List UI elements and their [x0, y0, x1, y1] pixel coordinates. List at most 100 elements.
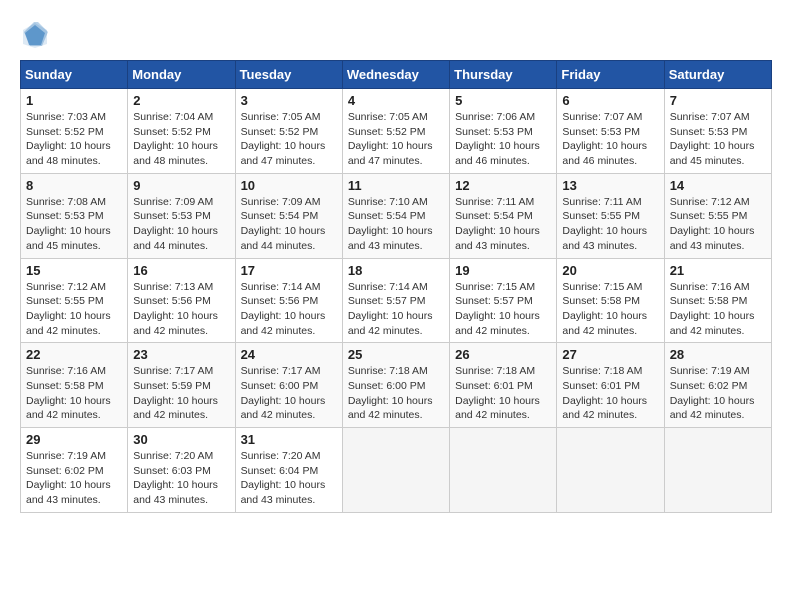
day-cell-24: 24 Sunrise: 7:17 AM Sunset: 6:00 PM Dayli… [235, 343, 342, 428]
day-info: Sunrise: 7:17 AM Sunset: 6:00 PM Dayligh… [241, 364, 337, 423]
day-header-friday: Friday [557, 61, 664, 89]
day-number: 27 [562, 347, 658, 362]
day-info: Sunrise: 7:14 AM Sunset: 5:56 PM Dayligh… [241, 280, 337, 339]
day-info: Sunrise: 7:16 AM Sunset: 5:58 PM Dayligh… [670, 280, 766, 339]
day-info: Sunrise: 7:06 AM Sunset: 5:53 PM Dayligh… [455, 110, 551, 169]
day-cell-28: 28 Sunrise: 7:19 AM Sunset: 6:02 PM Dayli… [664, 343, 771, 428]
day-cell-5: 5 Sunrise: 7:06 AM Sunset: 5:53 PM Daylig… [450, 89, 557, 174]
calendar-table: SundayMondayTuesdayWednesdayThursdayFrid… [20, 60, 772, 513]
day-cell-16: 16Sunrise: 7:13 AM Sunset: 5:56 PM Dayli… [128, 258, 235, 343]
day-info: Sunrise: 7:05 AM Sunset: 5:52 PM Dayligh… [241, 110, 337, 169]
day-info: Sunrise: 7:08 AM Sunset: 5:53 PM Dayligh… [26, 195, 122, 254]
day-header-monday: Monday [128, 61, 235, 89]
day-number: 2 [133, 93, 229, 108]
day-info: Sunrise: 7:18 AM Sunset: 6:00 PM Dayligh… [348, 364, 444, 423]
day-cell-4: 4 Sunrise: 7:05 AM Sunset: 5:52 PM Daylig… [342, 89, 449, 174]
day-cell-13: 13Sunrise: 7:11 AM Sunset: 5:55 PM Dayli… [557, 173, 664, 258]
day-header-wednesday: Wednesday [342, 61, 449, 89]
empty-cell [342, 428, 449, 513]
empty-cell [450, 428, 557, 513]
day-cell-29: 29 Sunrise: 7:19 AM Sunset: 6:02 PM Dayli… [21, 428, 128, 513]
day-cell-14: 14Sunrise: 7:12 AM Sunset: 5:55 PM Dayli… [664, 173, 771, 258]
day-info: Sunrise: 7:18 AM Sunset: 6:01 PM Dayligh… [455, 364, 551, 423]
day-number: 8 [26, 178, 122, 193]
day-info: Sunrise: 7:10 AM Sunset: 5:54 PM Dayligh… [348, 195, 444, 254]
day-cell-11: 11 Sunrise: 7:10 AM Sunset: 5:54 PM Dayli… [342, 173, 449, 258]
day-cell-23: 23Sunrise: 7:17 AM Sunset: 5:59 PM Dayli… [128, 343, 235, 428]
day-info: Sunrise: 7:14 AM Sunset: 5:57 PM Dayligh… [348, 280, 444, 339]
calendar-week-4: 22 Sunrise: 7:16 AM Sunset: 5:58 PM Dayli… [21, 343, 772, 428]
day-cell-12: 12 Sunrise: 7:11 AM Sunset: 5:54 PM Dayli… [450, 173, 557, 258]
day-info: Sunrise: 7:19 AM Sunset: 6:02 PM Dayligh… [26, 449, 122, 508]
day-number: 7 [670, 93, 766, 108]
day-number: 12 [455, 178, 551, 193]
day-number: 1 [26, 93, 122, 108]
day-number: 14 [670, 178, 766, 193]
empty-cell [557, 428, 664, 513]
day-cell-10: 10Sunrise: 7:09 AM Sunset: 5:54 PM Dayli… [235, 173, 342, 258]
day-info: Sunrise: 7:03 AM Sunset: 5:52 PM Dayligh… [26, 110, 122, 169]
day-number: 19 [455, 263, 551, 278]
day-header-sunday: Sunday [21, 61, 128, 89]
day-number: 20 [562, 263, 658, 278]
day-cell-27: 27 Sunrise: 7:18 AM Sunset: 6:01 PM Dayli… [557, 343, 664, 428]
day-number: 15 [26, 263, 122, 278]
day-info: Sunrise: 7:04 AM Sunset: 5:52 PM Dayligh… [133, 110, 229, 169]
day-number: 24 [241, 347, 337, 362]
calendar-week-5: 29 Sunrise: 7:19 AM Sunset: 6:02 PM Dayli… [21, 428, 772, 513]
day-number: 30 [133, 432, 229, 447]
calendar-week-3: 15 Sunrise: 7:12 AM Sunset: 5:55 PM Dayli… [21, 258, 772, 343]
day-info: Sunrise: 7:11 AM Sunset: 5:54 PM Dayligh… [455, 195, 551, 254]
day-number: 11 [348, 178, 444, 193]
day-cell-19: 19 Sunrise: 7:15 AM Sunset: 5:57 PM Dayli… [450, 258, 557, 343]
day-cell-30: 30 Sunrise: 7:20 AM Sunset: 6:03 PM Dayli… [128, 428, 235, 513]
calendar-week-1: 1 Sunrise: 7:03 AM Sunset: 5:52 PM Daylig… [21, 89, 772, 174]
day-info: Sunrise: 7:15 AM Sunset: 5:57 PM Dayligh… [455, 280, 551, 339]
day-cell-26: 26Sunrise: 7:18 AM Sunset: 6:01 PM Dayli… [450, 343, 557, 428]
day-number: 4 [348, 93, 444, 108]
day-cell-25: 25 Sunrise: 7:18 AM Sunset: 6:00 PM Dayli… [342, 343, 449, 428]
day-number: 9 [133, 178, 229, 193]
day-info: Sunrise: 7:20 AM Sunset: 6:03 PM Dayligh… [133, 449, 229, 508]
day-number: 21 [670, 263, 766, 278]
day-number: 13 [562, 178, 658, 193]
calendar-header: SundayMondayTuesdayWednesdayThursdayFrid… [21, 61, 772, 89]
day-cell-17: 17 Sunrise: 7:14 AM Sunset: 5:56 PM Dayli… [235, 258, 342, 343]
day-number: 5 [455, 93, 551, 108]
day-number: 22 [26, 347, 122, 362]
day-info: Sunrise: 7:09 AM Sunset: 5:53 PM Dayligh… [133, 195, 229, 254]
day-cell-3: 3Sunrise: 7:05 AM Sunset: 5:52 PM Daylig… [235, 89, 342, 174]
day-info: Sunrise: 7:05 AM Sunset: 5:52 PM Dayligh… [348, 110, 444, 169]
day-info: Sunrise: 7:19 AM Sunset: 6:02 PM Dayligh… [670, 364, 766, 423]
day-number: 29 [26, 432, 122, 447]
day-cell-9: 9 Sunrise: 7:09 AM Sunset: 5:53 PM Daylig… [128, 173, 235, 258]
empty-cell [664, 428, 771, 513]
day-cell-20: 20 Sunrise: 7:15 AM Sunset: 5:58 PM Dayli… [557, 258, 664, 343]
day-number: 10 [241, 178, 337, 193]
day-info: Sunrise: 7:15 AM Sunset: 5:58 PM Dayligh… [562, 280, 658, 339]
page-header [20, 20, 772, 50]
day-info: Sunrise: 7:13 AM Sunset: 5:56 PM Dayligh… [133, 280, 229, 339]
day-cell-22: 22 Sunrise: 7:16 AM Sunset: 5:58 PM Dayli… [21, 343, 128, 428]
day-cell-18: 18 Sunrise: 7:14 AM Sunset: 5:57 PM Dayli… [342, 258, 449, 343]
day-cell-2: 2 Sunrise: 7:04 AM Sunset: 5:52 PM Daylig… [128, 89, 235, 174]
day-info: Sunrise: 7:07 AM Sunset: 5:53 PM Dayligh… [670, 110, 766, 169]
logo [20, 20, 54, 50]
day-number: 28 [670, 347, 766, 362]
day-number: 25 [348, 347, 444, 362]
day-header-tuesday: Tuesday [235, 61, 342, 89]
day-info: Sunrise: 7:18 AM Sunset: 6:01 PM Dayligh… [562, 364, 658, 423]
day-info: Sunrise: 7:12 AM Sunset: 5:55 PM Dayligh… [26, 280, 122, 339]
day-header-saturday: Saturday [664, 61, 771, 89]
day-number: 31 [241, 432, 337, 447]
calendar-week-2: 8 Sunrise: 7:08 AM Sunset: 5:53 PM Daylig… [21, 173, 772, 258]
day-cell-31: 31 Sunrise: 7:20 AM Sunset: 6:04 PM Dayli… [235, 428, 342, 513]
day-cell-15: 15 Sunrise: 7:12 AM Sunset: 5:55 PM Dayli… [21, 258, 128, 343]
day-cell-1: 1 Sunrise: 7:03 AM Sunset: 5:52 PM Daylig… [21, 89, 128, 174]
day-info: Sunrise: 7:20 AM Sunset: 6:04 PM Dayligh… [241, 449, 337, 508]
logo-icon [20, 20, 50, 50]
day-number: 18 [348, 263, 444, 278]
day-info: Sunrise: 7:16 AM Sunset: 5:58 PM Dayligh… [26, 364, 122, 423]
day-number: 17 [241, 263, 337, 278]
day-header-thursday: Thursday [450, 61, 557, 89]
